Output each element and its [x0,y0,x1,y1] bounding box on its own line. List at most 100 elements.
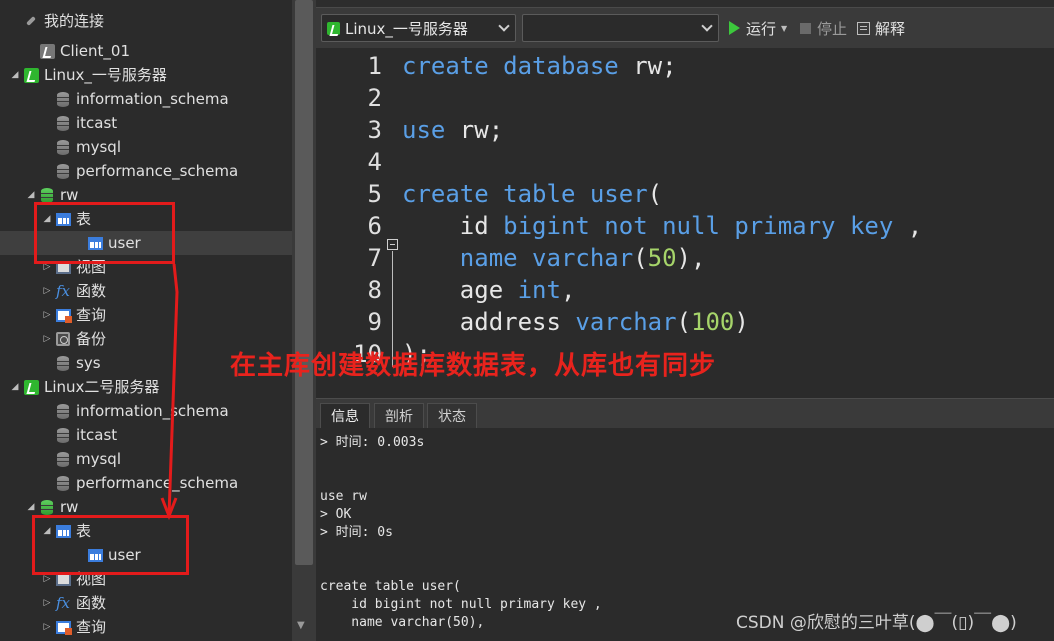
output-line: use rw [320,489,367,504]
sql-number: 50 [647,244,677,272]
tree-item[interactable]: ▷ 查询 [0,303,292,327]
tree-item[interactable]: ▷ 查询 [0,615,292,639]
query-icon [54,306,72,324]
database-icon [54,354,72,372]
sql-text: ( [676,308,691,336]
tree-item[interactable]: Client_01 [0,39,292,63]
database-select[interactable] [522,14,719,42]
tree-item[interactable]: itcast [0,111,292,135]
sql-text: ) [734,308,749,336]
tree-item[interactable]: ◢ Linux_一号服务器 [0,63,292,87]
tab-info[interactable]: 信息 [320,403,370,429]
stop-button[interactable]: 停止 [800,18,847,38]
tree-item[interactable]: itcast [0,423,292,447]
output-line: > 时间: 0.003s [320,435,425,450]
code-text: id bigint not null primary key , [402,210,922,242]
chevron-down-icon [701,20,713,32]
tree-item[interactable]: ▷ fx 函数 [0,279,292,303]
tree-item-label: 函数 [76,594,107,612]
code-text: address varchar(100) [402,306,749,338]
expand-toggle-icon[interactable]: ▷ [40,622,54,632]
expand-toggle-icon[interactable]: ▷ [40,574,54,584]
tree-item[interactable]: 我的连接 [0,9,292,33]
tab-status[interactable]: 状态 [427,403,477,429]
code-text: age int, [402,274,576,306]
tree-item[interactable]: performance_schema [0,159,292,183]
code-text: create database rw; [402,50,677,82]
sql-text: address [402,308,576,336]
chevron-down-icon [498,20,510,32]
stop-icon [800,22,811,34]
run-label: 运行 [746,19,777,38]
highlight-box-slave [32,515,189,575]
expand-toggle-icon[interactable]: ▷ [40,286,54,296]
expand-toggle-icon[interactable]: ▷ [40,598,54,608]
tree-item[interactable]: ▷ fx 函数 [0,591,292,615]
tree-item[interactable]: information_schema [0,399,292,423]
tree-item-label: information_schema [76,90,229,108]
code-text: name varchar(50), [402,242,706,274]
tree-item-label: Client_01 [60,42,131,60]
tree-item-label: performance_schema [76,162,239,180]
result-tabs: 信息 剖析 状态 [316,398,1054,429]
connection-gray-icon [38,42,56,60]
sql-keyword: create table user [402,180,648,208]
tree-item[interactable]: mysql [0,135,292,159]
expand-toggle-icon[interactable]: ▷ [40,310,54,320]
database-icon [54,114,72,132]
tree-item-label: information_schema [76,402,229,420]
line-number: 3 [367,116,382,144]
run-button[interactable]: 运行 ▼ [729,18,787,38]
line-number: 5 [367,180,382,208]
query-icon [54,618,72,636]
output-line: create table user( [320,579,461,594]
code-line: 3 use rw; [316,114,1054,146]
sql-text: id [402,212,504,240]
scrollbar-thumb[interactable] [295,0,313,565]
database-open-icon [38,498,56,516]
code-text: create table user( [402,178,662,210]
sql-text: ( [647,180,663,208]
code-line: 7 name varchar(50), [316,242,1054,274]
expand-toggle-icon[interactable]: ◢ [24,502,38,512]
database-icon [54,474,72,492]
dropdown-arrow-icon[interactable]: ▼ [781,24,787,33]
expand-toggle-icon[interactable]: ◢ [8,70,22,80]
code-line: 1 create database rw; [316,50,1054,82]
expand-toggle-icon[interactable]: ▷ [40,334,54,344]
tree-item[interactable]: information_schema [0,87,292,111]
tree-item-label: Linux二号服务器 [44,378,160,396]
tree-item[interactable]: mysql [0,447,292,471]
output-line: > 时间: 0s [320,525,393,540]
stop-label: 停止 [817,19,848,38]
code-line: 8 age int, [316,274,1054,306]
tree-item-label: performance_schema [76,474,239,492]
sql-text: age [402,276,518,304]
tree-item[interactable]: performance_schema [0,471,292,495]
function-icon: fx [55,282,70,300]
connection-select[interactable]: Linux_一号服务器 [321,14,516,42]
tree-item-label: sys [76,354,101,372]
explain-icon [857,21,870,35]
code-line: 6 id bigint not null primary key , [316,210,1054,242]
sql-text: rw; [618,52,677,80]
expand-toggle-icon[interactable]: ◢ [24,190,38,200]
scroll-down-arrow-icon[interactable]: ▼ [297,620,305,631]
sql-text: rw; [445,116,504,144]
tab-profile[interactable]: 剖析 [374,403,424,429]
database-icon [54,138,72,156]
sql-keyword: int [517,276,561,304]
highlight-box-master [34,202,175,264]
expand-toggle-icon[interactable]: ◢ [8,382,22,392]
explain-button[interactable]: 解释 [857,18,905,38]
sql-keyword: varchar [575,308,677,336]
line-number: 8 [367,276,382,304]
tree-item-label: 函数 [76,282,107,300]
navigator-scrollbar[interactable]: ▼ [292,0,316,641]
function-icon: fx [55,594,70,612]
sql-keyword: bigint not null primary key [503,212,894,240]
sql-keyword: name varchar [459,244,634,272]
database-icon [54,402,72,420]
tree-item-label: 我的连接 [44,12,105,30]
tree-item-label: Linux_一号服务器 [44,66,167,84]
